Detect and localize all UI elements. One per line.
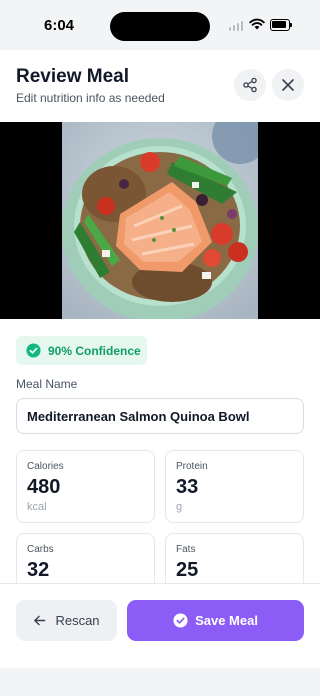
confidence-badge: 90% Confidence	[16, 336, 147, 365]
rescan-label: Rescan	[55, 613, 100, 628]
calories-value: 480	[27, 476, 61, 498]
save-meal-label: Save Meal	[195, 613, 258, 628]
save-meal-button[interactable]: Save Meal	[127, 600, 304, 641]
calories-label: Calories	[27, 461, 64, 472]
fats-label: Fats	[176, 544, 196, 555]
share-icon	[243, 77, 257, 93]
protein-value: 33	[176, 476, 199, 498]
close-icon	[282, 79, 294, 91]
share-button[interactable]	[234, 69, 266, 101]
meal-name-input[interactable]	[16, 398, 304, 434]
photo-area	[0, 122, 320, 319]
rescan-button[interactable]: Rescan	[16, 600, 117, 641]
meal-photo	[62, 122, 258, 319]
carbs-label: Carbs	[27, 544, 54, 555]
review-meal-sheet: Review Meal Edit nutrition info as neede…	[0, 50, 320, 668]
page-title: Review Meal	[16, 66, 129, 87]
confidence-label: 90% Confidence	[48, 343, 141, 358]
protein-card[interactable]: Protein 33 g	[165, 450, 304, 523]
battery-icon	[270, 19, 292, 31]
fats-value: 25	[176, 559, 199, 581]
check-circle-icon	[26, 343, 41, 358]
meal-name-label: Meal Name	[16, 377, 78, 391]
calories-unit: kcal	[27, 501, 47, 513]
dynamic-island	[110, 12, 210, 41]
cellular-signal-icon	[229, 21, 243, 31]
header: Review Meal Edit nutrition info as neede…	[0, 50, 320, 122]
close-button[interactable]	[272, 69, 304, 101]
check-circle-icon	[173, 613, 188, 628]
status-bar: 6:04	[0, 0, 320, 50]
protein-label: Protein	[176, 461, 208, 472]
protein-unit: g	[176, 501, 183, 513]
footer: Rescan Save Meal	[0, 584, 320, 668]
wifi-icon	[249, 18, 265, 30]
page-subtitle: Edit nutrition info as needed	[16, 91, 165, 105]
status-time: 6:04	[44, 17, 75, 34]
calories-card[interactable]: Calories 480 kcal	[16, 450, 155, 523]
arrow-left-icon	[34, 615, 46, 626]
carbs-value: 32	[27, 559, 50, 581]
